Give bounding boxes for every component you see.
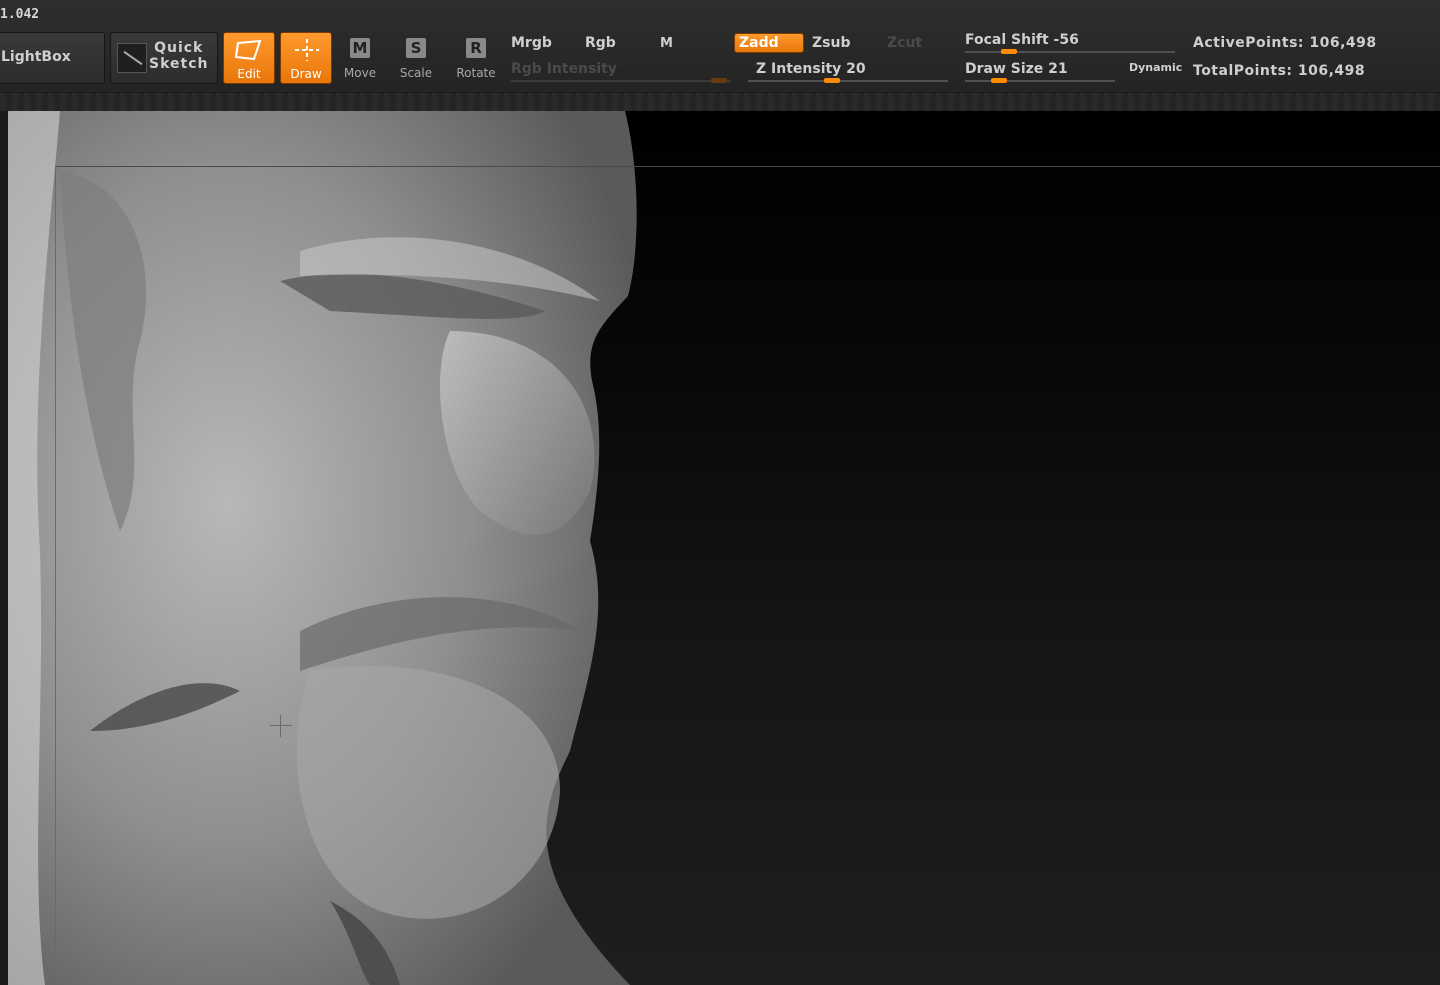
edit-label: Edit (237, 67, 261, 81)
focal-shift-knob[interactable] (1001, 49, 1017, 54)
rgb-button[interactable]: Rgb (585, 35, 616, 51)
rotate-icon: R (466, 38, 486, 58)
rotate-button[interactable]: R Rotate (450, 32, 502, 84)
draw-button[interactable]: Draw (280, 32, 332, 84)
sculpt-model (8, 111, 637, 985)
rotate-label: Rotate (456, 66, 496, 80)
quick-sketch-label: Quick Sketch (149, 40, 209, 72)
rgb-intensity-slider[interactable] (511, 78, 731, 83)
canvas-viewport[interactable] (0, 111, 1440, 985)
scale-icon: S (406, 38, 426, 58)
scale-label: Scale (399, 66, 433, 80)
draw-size-label[interactable]: Draw Size 21 (965, 61, 1068, 77)
rgb-intensity-label[interactable]: Rgb Intensity (511, 61, 617, 77)
lightbox-button[interactable]: LightBox (0, 32, 105, 84)
focal-shift-label[interactable]: Focal Shift -56 (965, 32, 1079, 48)
mrgb-button[interactable]: Mrgb (511, 35, 552, 51)
total-points-readout: TotalPoints: 106,498 (1193, 63, 1366, 79)
z-intensity-slider[interactable] (748, 78, 948, 83)
dynamic-button[interactable]: Dynamic (1129, 61, 1182, 74)
focal-shift-slider[interactable] (965, 49, 1175, 54)
move-icon: M (350, 38, 370, 58)
brush-cursor-icon (270, 715, 292, 737)
rgb-intensity-knob[interactable] (711, 78, 727, 83)
scale-button[interactable]: S Scale (390, 32, 442, 84)
document-frame-left (55, 166, 56, 985)
draw-label: Draw (290, 67, 322, 81)
draw-size-knob[interactable] (991, 78, 1007, 83)
version-label: 1.042 (0, 7, 40, 22)
viewport-left-border (0, 111, 8, 985)
zadd-button[interactable]: Zadd (734, 33, 804, 53)
active-points-readout: ActivePoints: 106,498 (1193, 35, 1377, 51)
move-label: Move (343, 66, 377, 80)
draw-size-slider[interactable] (965, 78, 1115, 83)
z-intensity-knob[interactable] (824, 78, 840, 83)
move-button[interactable]: M Move (334, 32, 386, 84)
document-frame-top (55, 166, 1440, 167)
zcut-button[interactable]: Zcut (887, 35, 922, 51)
top-toolbar: 1.042 LightBox Quick Sketch Edit Draw M M… (0, 0, 1440, 96)
z-intensity-label[interactable]: Z Intensity 20 (756, 61, 866, 77)
quick-sketch-icon (117, 43, 147, 73)
zsub-button[interactable]: Zsub (812, 35, 850, 51)
quick-sketch-button[interactable]: Quick Sketch (110, 32, 218, 84)
edit-button[interactable]: Edit (223, 32, 275, 84)
draw-icon (295, 39, 319, 61)
edit-icon (234, 39, 262, 61)
shelf-divider (0, 92, 1440, 112)
m-button[interactable]: M (660, 36, 673, 51)
